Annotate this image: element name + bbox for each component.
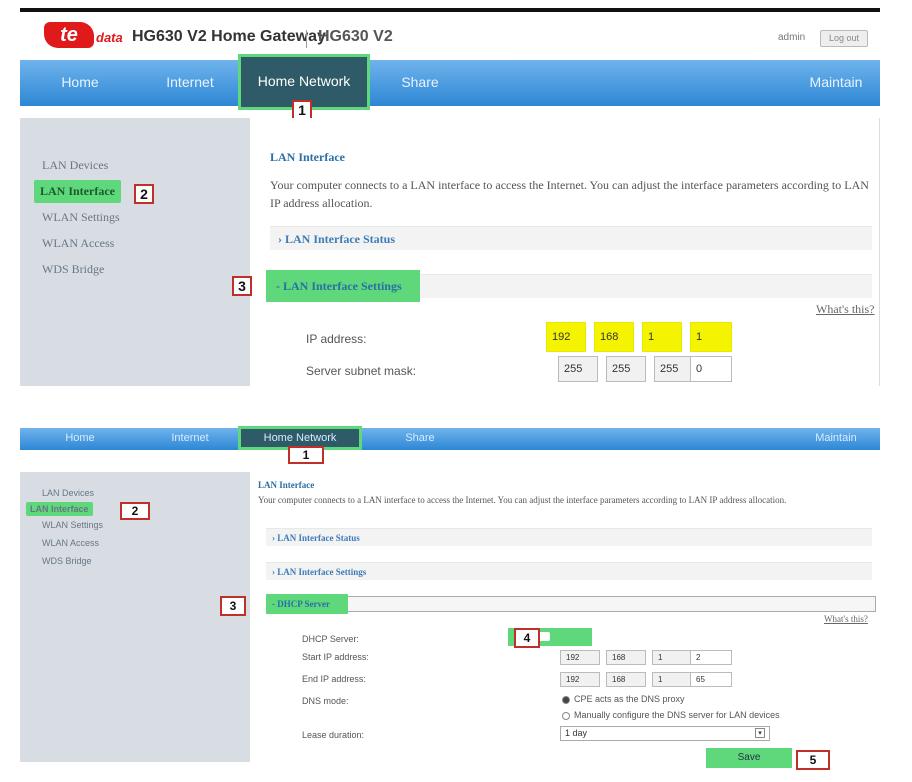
dhcp-server-section[interactable]: - DHCP Server (266, 594, 348, 614)
lan-interface-settings-section[interactable]: › LAN Interface Settings (266, 562, 872, 580)
collapse-arrow-icon: - (276, 279, 283, 293)
step-badge-5: 5 (796, 750, 830, 770)
mask-octet-1[interactable]: 255 (558, 356, 598, 382)
step-badge-3: 3 (232, 276, 252, 296)
page-description: Your computer connects to a LAN interfac… (270, 178, 869, 210)
sidebar-item-lan-interface[interactable]: LAN Interface (26, 502, 93, 516)
section-label: LAN Interface Settings (283, 279, 402, 293)
section-label: LAN Interface Status (285, 232, 395, 246)
step-badge-1: 1 (288, 446, 324, 464)
dhcp-section-bar (266, 596, 876, 612)
lease-duration-label: Lease duration: (302, 730, 365, 740)
start-ip-octet-3[interactable]: 1 (652, 650, 692, 665)
lan-interface-status-section[interactable]: › LAN Interface Status (270, 226, 872, 250)
section-label: LAN Interface Status (277, 533, 360, 543)
main-content: LAN Interface Your computer connects to … (250, 118, 880, 386)
whats-this-link[interactable]: What's this? (824, 614, 868, 624)
nav-maintain[interactable]: Maintain (796, 432, 876, 444)
save-button[interactable]: Save (706, 748, 792, 768)
step-badge-3: 3 (220, 596, 246, 616)
page-title: LAN Interface (258, 480, 315, 490)
mask-octet-3[interactable]: 255 (654, 356, 694, 382)
gateway-model: HG630 V2 (318, 28, 393, 45)
nav-share[interactable]: Share (380, 74, 460, 90)
start-ip-octet-1[interactable]: 192 (560, 650, 600, 665)
section-label: LAN Interface Settings (277, 567, 367, 577)
nav-home[interactable]: Home (40, 74, 120, 90)
mask-octet-4[interactable]: 0 (690, 356, 732, 382)
mask-octet-2[interactable]: 255 (606, 356, 646, 382)
start-ip-octet-2[interactable]: 168 (606, 650, 646, 665)
start-ip-label: Start IP address: (302, 652, 369, 662)
lease-duration-select[interactable]: 1 day ▾ (560, 726, 770, 741)
dns-proxy-option-label: CPE acts as the DNS proxy (574, 694, 685, 704)
main-nav: Home Internet Home Network Share Maintai… (20, 54, 880, 110)
nav-home[interactable]: Home (40, 432, 120, 444)
dns-mode-label: DNS mode: (302, 696, 349, 706)
nav-share[interactable]: Share (380, 432, 460, 444)
end-ip-octet-1[interactable]: 192 (560, 672, 600, 687)
sidebar-item-lan-interface[interactable]: LAN Interface (34, 180, 121, 203)
step-badge-4: 4 (514, 628, 540, 648)
main-nav-2: Home Internet Home Network Share Maintai… (20, 426, 880, 450)
chevron-down-icon: ▾ (755, 728, 765, 738)
lan-interface-settings-section[interactable]: - LAN Interface Settings (266, 270, 420, 302)
sidebar-item-wlan-access[interactable]: WLAN Access (42, 538, 99, 548)
nav-maintain[interactable]: Maintain (796, 74, 876, 90)
sidebar: LAN Devices LAN Interface WLAN Settings … (20, 118, 250, 386)
step-badge-1: 1 (292, 100, 312, 120)
dns-manual-radio[interactable] (562, 712, 570, 720)
step-badge-2: 2 (134, 184, 154, 204)
step-badge-2: 2 (120, 502, 150, 520)
username: admin (778, 32, 806, 43)
page-title: LAN Interface (270, 150, 345, 164)
ip-address-label: IP address: (306, 332, 367, 346)
dns-proxy-radio[interactable] (562, 696, 570, 704)
ip-octet-1[interactable]: 192 (546, 322, 586, 352)
whats-this-link[interactable]: What's this? (816, 302, 874, 317)
ip-octet-3[interactable]: 1 (642, 322, 682, 352)
dns-manual-option-label: Manually configure the DNS server for LA… (574, 710, 780, 720)
te-logo: te (44, 22, 94, 48)
title-divider (306, 30, 307, 48)
ip-octet-4[interactable]: 1 (690, 322, 732, 352)
sidebar-item-lan-devices[interactable]: LAN Devices (42, 158, 108, 173)
end-ip-octet-3[interactable]: 1 (652, 672, 692, 687)
main-content-2: LAN Interface Your computer connects to … (250, 472, 880, 768)
sidebar-item-wlan-settings[interactable]: WLAN Settings (42, 210, 120, 225)
section-label: DHCP Server (277, 599, 330, 609)
lease-duration-value: 1 day (565, 728, 588, 738)
logout-button[interactable]: Log out (820, 30, 868, 47)
dhcp-server-label: DHCP Server: (302, 634, 359, 644)
lan-interface-status-section[interactable]: › LAN Interface Status (266, 528, 872, 546)
sidebar-item-lan-devices[interactable]: LAN Devices (42, 488, 94, 498)
start-ip-octet-4[interactable]: 2 (690, 650, 732, 665)
nav-internet[interactable]: Internet (150, 432, 230, 444)
end-ip-label: End IP address: (302, 674, 366, 684)
subnet-mask-label: Server subnet mask: (306, 364, 417, 378)
sidebar-item-wds-bridge[interactable]: WDS Bridge (42, 262, 104, 277)
sidebar-item-wlan-settings[interactable]: WLAN Settings (42, 520, 103, 530)
page-description: Your computer connects to a LAN interfac… (258, 495, 787, 505)
ip-octet-2[interactable]: 168 (594, 322, 634, 352)
te-logo-suffix: data (96, 30, 123, 45)
gateway-title: HG630 V2 Home Gateway (132, 28, 326, 45)
end-ip-octet-2[interactable]: 168 (606, 672, 646, 687)
sidebar-item-wlan-access[interactable]: WLAN Access (42, 236, 114, 251)
expand-arrow-icon: › (278, 232, 285, 246)
nav-internet[interactable]: Internet (150, 74, 230, 90)
sidebar-2: LAN Devices LAN Interface WLAN Settings … (20, 472, 250, 762)
sidebar-item-wds-bridge[interactable]: WDS Bridge (42, 556, 92, 566)
end-ip-octet-4[interactable]: 65 (690, 672, 732, 687)
